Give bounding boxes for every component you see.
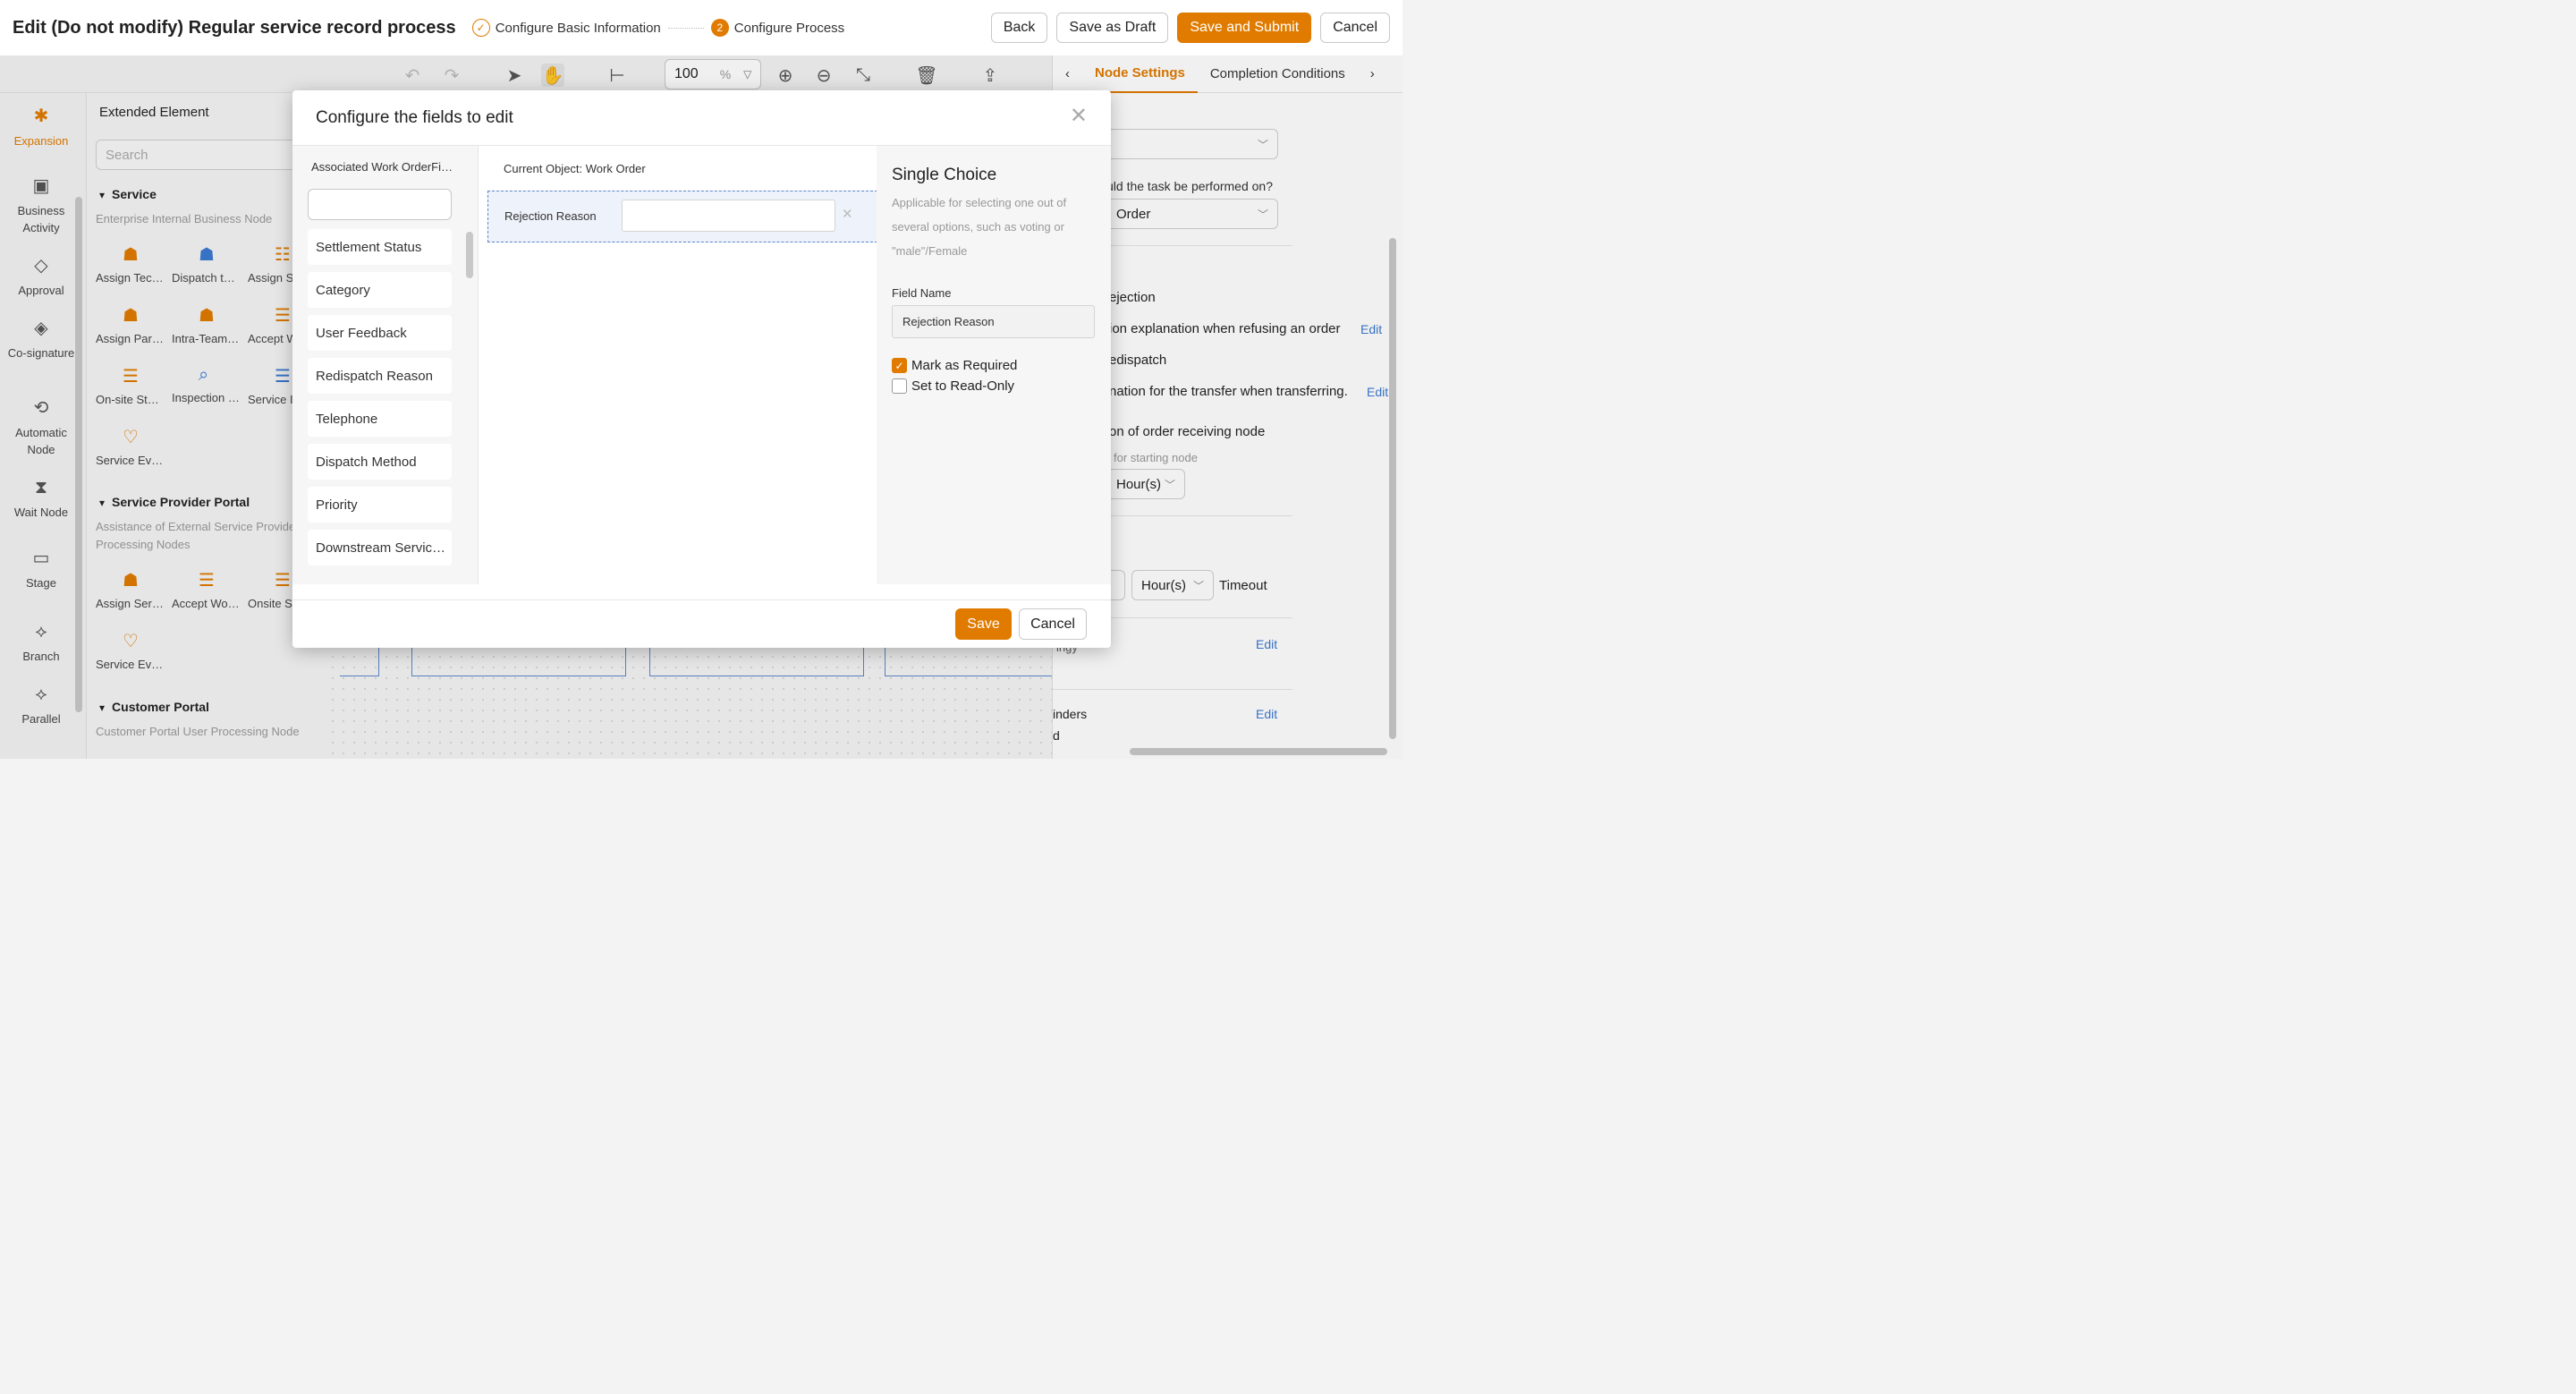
field-type-title: Single Choice [892, 166, 997, 184]
field-type-description: Applicable for selecting one out of seve… [892, 196, 1067, 258]
field-row-label: Rejection Reason [504, 209, 597, 223]
field-item[interactable]: Downstream Servic… [308, 530, 452, 565]
stepper: ✓ Configure Basic Information 2 Configur… [471, 19, 845, 37]
save-submit-button[interactable]: Save and Submit [1177, 13, 1312, 43]
form-preview-panel: Current Object: Work Order Rejection Rea… [478, 146, 877, 584]
field-row-input[interactable] [622, 200, 835, 232]
page-title: Edit (Do not modify) Regular service rec… [13, 17, 456, 38]
field-list-title: Associated Work OrderFi… [311, 160, 453, 174]
field-item[interactable]: Category [308, 272, 452, 308]
cancel-button[interactable]: Cancel [1019, 608, 1087, 640]
field-list-scrollbar[interactable] [466, 232, 473, 278]
step-configure-process[interactable]: 2 Configure Process [710, 19, 845, 37]
divider [292, 599, 1111, 600]
dialog-title: Configure the fields to edit [316, 108, 513, 127]
step-configure-basic-information[interactable]: ✓ Configure Basic Information [471, 19, 661, 37]
save-button[interactable]: Save [955, 608, 1012, 640]
field-name-label: Field Name [892, 286, 952, 300]
step-label: Configure Process [733, 20, 845, 36]
field-item[interactable]: User Feedback [308, 315, 452, 351]
checkbox-checked-icon: ✓ [892, 358, 907, 373]
close-icon[interactable]: ✕ [1070, 103, 1088, 129]
field-item[interactable]: Telephone [308, 401, 452, 437]
read-only-checkbox[interactable]: Set to Read-Only [892, 378, 1014, 394]
field-search-input[interactable] [308, 189, 452, 220]
field-list-panel: Associated Work OrderFi… Settlement Stat… [292, 146, 478, 584]
current-object-label: Current Object: Work Order [504, 162, 646, 175]
step-divider [667, 27, 704, 29]
field-item[interactable]: Redispatch Reason [308, 358, 452, 394]
step-label: Configure Basic Information [495, 20, 661, 36]
field-name-input[interactable]: Rejection Reason [892, 305, 1095, 338]
mark-required-checkbox[interactable]: ✓ Mark as Required [892, 358, 1017, 373]
save-draft-button[interactable]: Save as Draft [1056, 13, 1169, 43]
checkbox-unchecked-icon [892, 378, 907, 394]
configure-fields-dialog: Configure the fields to edit ✕ Associate… [292, 90, 1111, 648]
field-item[interactable]: Settlement Status [308, 229, 452, 265]
check-icon: ✓ [471, 19, 490, 37]
back-button[interactable]: Back [990, 13, 1048, 43]
remove-field-icon[interactable]: ✕ [842, 206, 853, 222]
step-number: 2 [710, 19, 729, 37]
page-header: Edit (Do not modify) Regular service rec… [0, 0, 1402, 55]
checkbox-label: Set to Read-Only [911, 378, 1015, 394]
field-item[interactable]: Dispatch Method [308, 444, 452, 480]
field-item[interactable]: Priority [308, 487, 452, 523]
field-properties-panel: Single Choice Applicable for selecting o… [877, 146, 1111, 584]
checkbox-label: Mark as Required [911, 358, 1018, 373]
cancel-button[interactable]: Cancel [1320, 13, 1390, 43]
selected-field-row[interactable]: Rejection Reason ✕ [487, 191, 877, 242]
